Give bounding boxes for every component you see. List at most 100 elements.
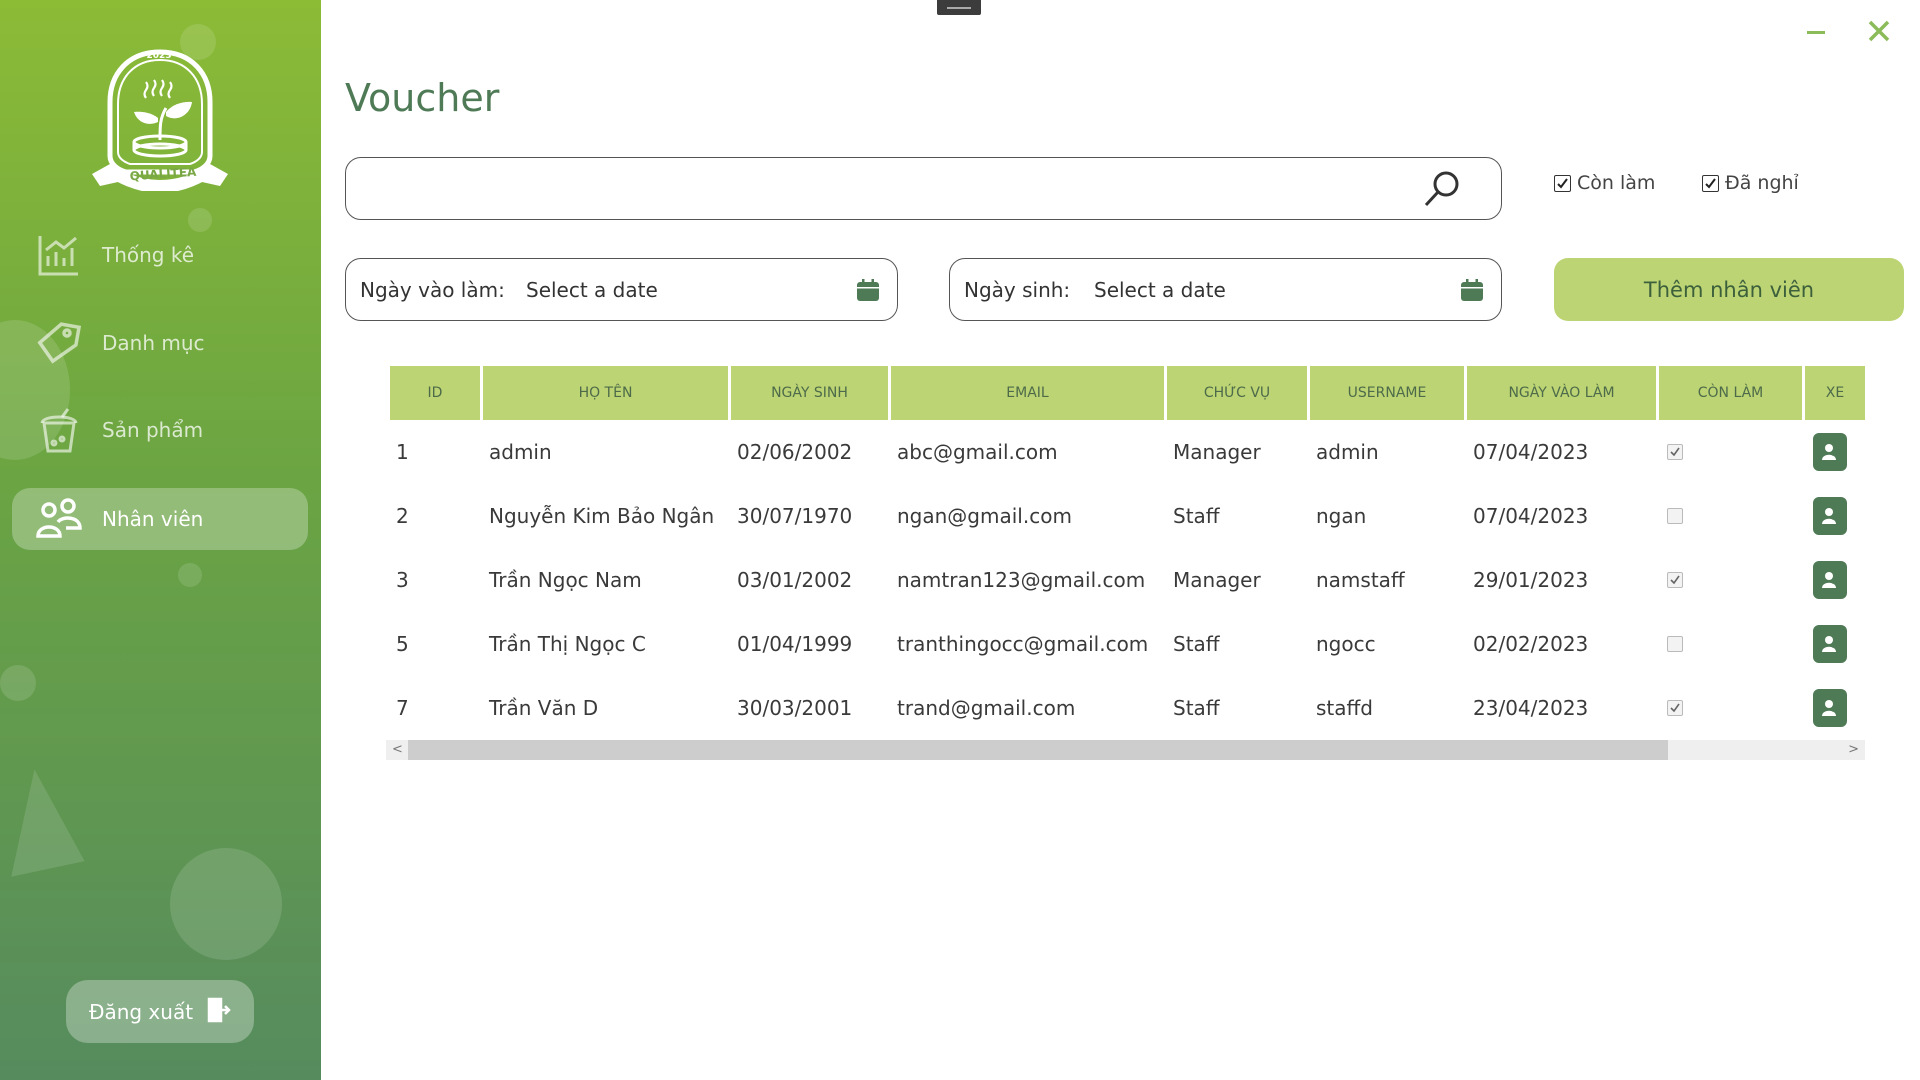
- edit-user-icon: [1822, 700, 1839, 716]
- cell-email: ngan@gmail.com: [897, 504, 1072, 528]
- cell-start: 07/04/2023: [1473, 440, 1589, 464]
- sidebar-item-products[interactable]: Sản phẩm: [12, 399, 308, 461]
- column-header[interactable]: NGÀY SINH: [731, 366, 888, 420]
- cell-role: Manager: [1173, 440, 1261, 464]
- cell-active: [1659, 636, 1802, 652]
- scroll-right-icon[interactable]: >: [1848, 742, 1859, 757]
- calendar-icon[interactable]: [1459, 277, 1485, 303]
- cell-name: Trần Thị Ngọc C: [489, 632, 646, 656]
- calendar-icon[interactable]: [855, 277, 881, 303]
- cell-username: ngan: [1316, 504, 1367, 528]
- sidebar-item-label: Thống kê: [102, 243, 195, 267]
- edit-user-button[interactable]: [1813, 433, 1847, 471]
- cell-id: 7: [396, 696, 409, 720]
- edit-user-button[interactable]: [1813, 561, 1847, 599]
- table-body: 1 admin 02/06/2002 abc@gmail.com Manager admi…: [390, 420, 1865, 740]
- cell-edit: [1805, 433, 1865, 471]
- cell-edit: [1805, 625, 1865, 663]
- cell-id: 5: [396, 632, 409, 656]
- active-checkbox[interactable]: [1667, 700, 1683, 716]
- check-icon: [1557, 177, 1568, 189]
- birthday-picker[interactable]: Ngày sinh: Select a date: [949, 258, 1502, 321]
- column-header[interactable]: HỌ TÊN: [483, 366, 728, 420]
- cell-edit: [1805, 497, 1865, 535]
- table-row[interactable]: 3 Trần Ngọc Nam 03/01/2002 namtran123@gmail…: [390, 548, 1865, 612]
- sidebar: QUALITEA 2023 Thống kê Danh mục Sản phẩm: [0, 0, 321, 1080]
- edit-user-icon: [1822, 444, 1839, 460]
- check-icon: [1705, 177, 1716, 189]
- table-row[interactable]: 1 admin 02/06/2002 abc@gmail.com Manager admi…: [390, 420, 1865, 484]
- start-date-value[interactable]: Select a date: [526, 278, 658, 302]
- table-row[interactable]: 7 Trần Văn D 30/03/2001 trand@gmail.com Staf…: [390, 676, 1865, 740]
- tag-icon: [36, 320, 82, 366]
- cell-start: 29/01/2023: [1473, 568, 1589, 592]
- cell-edit: [1805, 689, 1865, 727]
- column-header[interactable]: EMAIL: [891, 366, 1164, 420]
- cell-id: 2: [396, 504, 409, 528]
- table-row[interactable]: 2 Nguyễn Kim Bảo Ngân 30/07/1970 ngan@gmail…: [390, 484, 1865, 548]
- column-header[interactable]: CÒN LÀM: [1659, 366, 1802, 420]
- edit-user-button[interactable]: [1813, 689, 1847, 727]
- active-checkbox[interactable]: [1667, 444, 1683, 460]
- cell-dob: 30/03/2001: [737, 696, 853, 720]
- search-input[interactable]: [364, 170, 1414, 208]
- cell-start: 02/02/2023: [1473, 632, 1589, 656]
- edit-user-icon: [1822, 636, 1839, 652]
- still-working-label: Còn làm: [1577, 172, 1656, 194]
- cell-username: ngocc: [1316, 632, 1376, 656]
- cell-dob: 01/04/1999: [737, 632, 853, 656]
- cell-active: [1659, 572, 1802, 588]
- cell-start: 23/04/2023: [1473, 696, 1589, 720]
- edit-user-button[interactable]: [1813, 625, 1847, 663]
- cell-id: 1: [396, 440, 409, 464]
- checkbox-box[interactable]: [1702, 174, 1719, 192]
- edit-user-button[interactable]: [1813, 497, 1847, 535]
- table-row[interactable]: 5 Trần Thị Ngọc C 01/04/1999 tranthingocc@g…: [390, 612, 1865, 676]
- scrollbar-thumb[interactable]: [408, 740, 1668, 760]
- cell-email: trand@gmail.com: [897, 696, 1076, 720]
- decor-bubble: [178, 563, 202, 587]
- still-working-checkbox[interactable]: Còn làm: [1554, 172, 1655, 194]
- drag-handle[interactable]: [937, 0, 981, 15]
- close-button[interactable]: [1862, 14, 1896, 48]
- checkbox-box[interactable]: [1554, 174, 1571, 192]
- minimize-button[interactable]: [1803, 22, 1833, 42]
- column-header[interactable]: XE: [1805, 366, 1865, 420]
- birthday-label: Ngày sinh:: [964, 277, 1071, 302]
- edit-user-icon: [1822, 572, 1839, 588]
- column-header[interactable]: ID: [390, 366, 480, 420]
- logout-icon: [205, 997, 231, 1027]
- search-icon[interactable]: [1420, 167, 1464, 211]
- decor-bubble: [0, 665, 36, 701]
- cell-dob: 30/07/1970: [737, 504, 853, 528]
- active-checkbox[interactable]: [1667, 636, 1683, 652]
- cell-role: Manager: [1173, 568, 1261, 592]
- active-checkbox[interactable]: [1667, 572, 1683, 588]
- sidebar-item-label: Nhân viên: [102, 507, 204, 531]
- cell-dob: 02/06/2002: [737, 440, 853, 464]
- start-date-picker[interactable]: Ngày vào làm: Select a date: [345, 258, 898, 321]
- quit-checkbox[interactable]: Đã nghỉ: [1702, 172, 1799, 194]
- cell-role: Staff: [1173, 504, 1220, 528]
- sidebar-item-statistics[interactable]: Thống kê: [12, 224, 308, 286]
- active-checkbox[interactable]: [1667, 508, 1683, 524]
- start-date-label: Ngày vào làm:: [360, 277, 505, 302]
- logo-year: 2023: [146, 51, 172, 61]
- column-header[interactable]: USERNAME: [1310, 366, 1464, 420]
- sidebar-item-categories[interactable]: Danh mục: [12, 312, 308, 374]
- logout-button[interactable]: Đăng xuất: [66, 980, 254, 1043]
- drink-cup-icon: [36, 407, 82, 453]
- sidebar-item-employees[interactable]: Nhân viên: [12, 488, 308, 550]
- birthday-value[interactable]: Select a date: [1094, 278, 1226, 302]
- horizontal-scrollbar[interactable]: < >: [386, 740, 1865, 760]
- cell-role: Staff: [1173, 632, 1220, 656]
- cell-email: abc@gmail.com: [897, 440, 1058, 464]
- quit-label: Đã nghỉ: [1725, 172, 1799, 194]
- column-header[interactable]: NGÀY VÀO LÀM: [1467, 366, 1656, 420]
- cell-name: Trần Ngọc Nam: [489, 568, 642, 592]
- add-employee-button[interactable]: Thêm nhân viên: [1554, 258, 1904, 321]
- column-header[interactable]: CHỨC VỤ: [1167, 366, 1307, 420]
- cell-active: [1659, 700, 1802, 716]
- scroll-left-icon[interactable]: <: [392, 742, 403, 757]
- search-box[interactable]: [345, 157, 1502, 220]
